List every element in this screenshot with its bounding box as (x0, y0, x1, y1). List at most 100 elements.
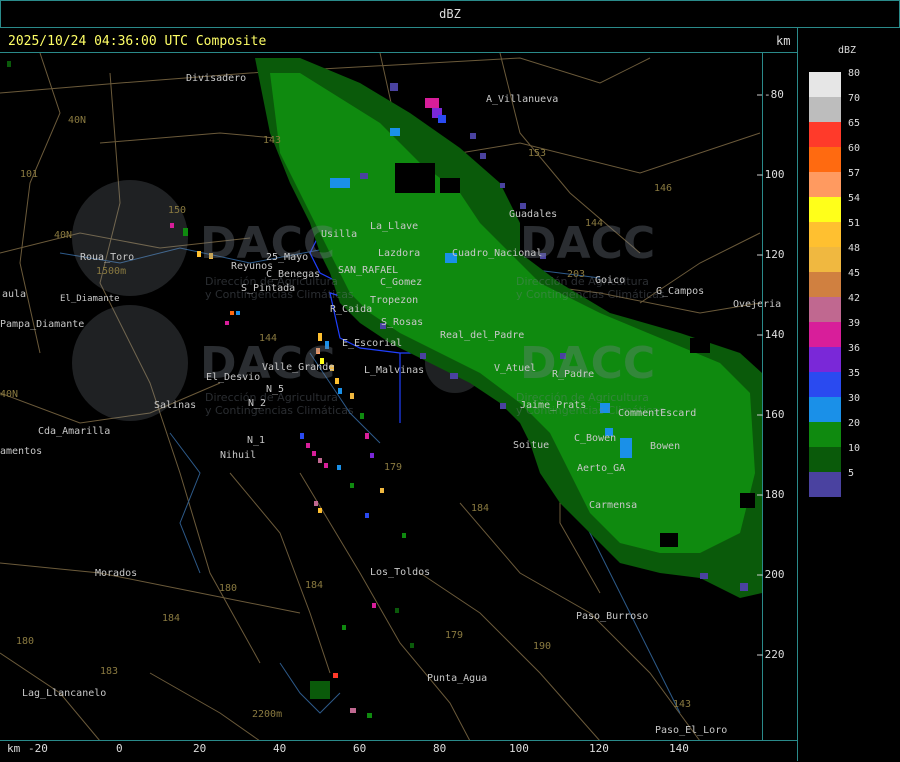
legend-swatch (809, 72, 841, 97)
place-label[interactable]: R_Padre (552, 369, 594, 380)
x-tick-label: 140 (669, 742, 689, 755)
legend-row: 30 (809, 393, 860, 422)
place-label[interactable]: C_Benegas (266, 269, 320, 280)
place-label[interactable]: N_2 (248, 398, 266, 409)
place-label[interactable]: N_1 (247, 435, 265, 446)
x-tick-label: 120 (589, 742, 609, 755)
legend-row: 57 (809, 168, 860, 197)
legend-swatch (809, 197, 841, 222)
place-label[interactable]: A_Villanueva (486, 94, 558, 105)
route-number: 150 (168, 205, 187, 216)
place-label[interactable]: Roua_Toro (80, 252, 134, 263)
legend-swatch (809, 472, 841, 497)
y-tick-label: -180 (758, 488, 785, 501)
place-label[interactable]: S_Pintada (241, 283, 295, 294)
place-label[interactable]: Soitue (513, 440, 549, 451)
route-number: 184 (305, 580, 324, 591)
legend-row: 54 (809, 193, 860, 222)
route-number: 153 (528, 148, 547, 159)
legend-row: 39 (809, 318, 860, 347)
legend-row: 45 (809, 268, 860, 297)
legend-swatch (809, 297, 841, 322)
radar-map[interactable]: DACC DACC DACC DACC Dirección de Agricul… (0, 52, 781, 742)
place-label[interactable]: Jaime_Prats (520, 400, 586, 411)
legend-value: 35 (848, 368, 861, 379)
place-label[interactable]: V_Atuel (494, 363, 536, 374)
route-number: 179 (384, 462, 403, 473)
route-number: 183 (100, 666, 119, 677)
route-number: 184 (471, 503, 490, 514)
route-number: 101 (20, 169, 39, 180)
legend-swatch (809, 247, 841, 272)
watermark-subtitle: Dirección de Agricultura y Contingencias … (516, 275, 665, 301)
legend-swatch (809, 272, 841, 297)
legend-value: 60 (848, 143, 861, 154)
place-label[interactable]: Carmensa (589, 500, 637, 511)
legend-value: 20 (848, 418, 861, 429)
place-label[interactable]: amentos (0, 446, 42, 457)
place-label[interactable]: El_Diamante (60, 294, 120, 304)
place-label[interactable]: Aerto_GA (577, 463, 625, 474)
place-label[interactable]: Nihuil (220, 450, 256, 461)
place-label[interactable]: Lag_Llancanelo (22, 688, 106, 699)
legend-swatch (809, 172, 841, 197)
legend-swatch (809, 397, 841, 422)
x-tick-label: 100 (509, 742, 529, 755)
place-label[interactable]: Goico (595, 275, 625, 286)
x-tick-label: 20 (193, 742, 207, 755)
legend-row: 48 (809, 243, 860, 272)
legend-swatch (809, 322, 841, 347)
units-header: dBZ (0, 0, 900, 28)
place-label[interactable]: Valle_Grande (262, 362, 334, 373)
legend-value: 54 (848, 193, 861, 204)
place-label[interactable]: Bowen (650, 441, 680, 452)
route-number: 40N (54, 230, 73, 241)
legend-title: dBZ (838, 45, 857, 56)
legend-value: 51 (848, 218, 861, 229)
place-label[interactable]: Real_del_Padre (440, 330, 524, 341)
place-label[interactable]: El_Desvio (206, 372, 260, 383)
place-label[interactable]: Tropezon (370, 295, 418, 306)
y-tick-label: -200 (758, 568, 785, 581)
place-label[interactable]: SAN_RAFAEL (338, 265, 398, 276)
place-label[interactable]: Salinas (154, 400, 196, 411)
legend-swatch (809, 222, 841, 247)
legend-value: 36 (848, 343, 861, 354)
legend-row: 60 (809, 143, 860, 172)
place-label[interactable]: Guadales (509, 209, 557, 220)
legend-value: 80 (848, 68, 861, 79)
legend-value: 10 (848, 443, 861, 454)
place-label[interactable]: C_Gomez (380, 277, 422, 288)
place-label[interactable]: Morados (95, 568, 137, 579)
place-label[interactable]: Usilla (321, 229, 357, 240)
legend-row: 35 (809, 368, 860, 397)
place-label[interactable]: La_Llave (370, 221, 418, 232)
legend-swatch (809, 372, 841, 397)
place-label[interactable]: S_Rosas (381, 317, 423, 328)
place-label[interactable]: N_5 (266, 384, 284, 395)
place-label[interactable]: Cda_Amarilla (38, 426, 110, 437)
route-number: 146 (654, 183, 673, 194)
place-label[interactable]: 25_Mayo (266, 252, 308, 263)
place-label[interactable]: C_Bowen (574, 433, 616, 444)
legend-swatch (809, 97, 841, 122)
place-label[interactable]: G_Campos (656, 286, 704, 297)
y-axis-panel (762, 53, 798, 741)
place-label[interactable]: Lazdora (378, 248, 420, 259)
place-label[interactable]: Punta_Agua (427, 673, 487, 684)
y-tick-label: -220 (758, 648, 785, 661)
place-label[interactable]: Cuadro_Nacional (452, 248, 542, 259)
legend-row: 42 (809, 293, 860, 322)
place-label[interactable]: aula (2, 289, 26, 300)
place-label[interactable]: R_Caida (330, 304, 372, 315)
place-label[interactable]: E_Escorial (342, 338, 402, 349)
place-label[interactable]: Paso_Burroso (576, 611, 648, 622)
place-label[interactable]: Los_Toldos (370, 567, 430, 578)
route-number: 144 (585, 218, 604, 229)
place-label[interactable]: CommentEscard (618, 408, 696, 419)
place-label[interactable]: Divisadero (186, 73, 246, 84)
place-label[interactable]: Pampa_Diamante (0, 319, 84, 330)
place-label[interactable]: L_Malvinas (364, 365, 424, 376)
legend-value: 30 (848, 393, 861, 404)
place-label[interactable]: Paso_El_Loro (655, 725, 727, 736)
